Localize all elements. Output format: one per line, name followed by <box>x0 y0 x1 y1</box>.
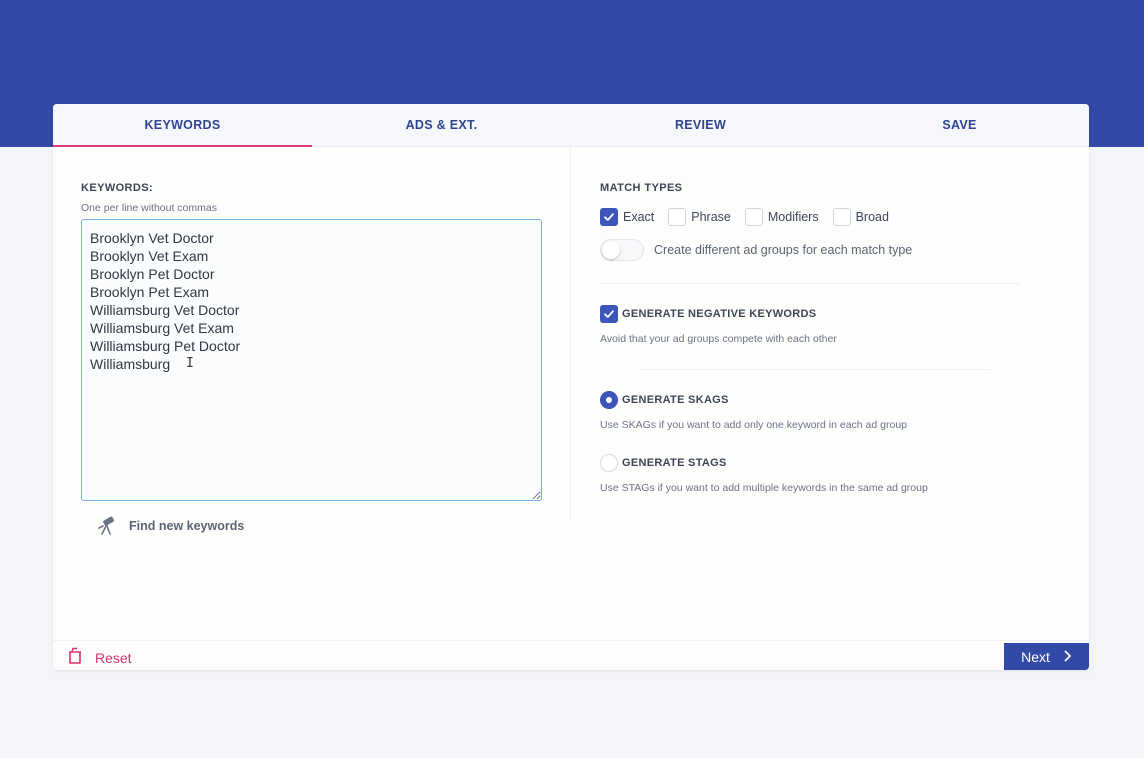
chevron-right-icon <box>1064 649 1072 665</box>
find-new-keywords-link[interactable]: Find new keywords <box>97 516 244 536</box>
label-phrase: Phrase <box>691 210 731 224</box>
ad-groups-toggle-row: Create different ad groups for each matc… <box>600 239 912 261</box>
options-panel: MATCH TYPES Exact Phrase Modifiers Broad… <box>600 148 1080 520</box>
wizard-footer: Reset Next <box>53 640 1089 670</box>
match-types-row: Exact Phrase Modifiers Broad <box>600 208 903 226</box>
trash-icon <box>67 647 83 668</box>
stags-desc: Use STAGs if you want to add multiple ke… <box>600 482 928 494</box>
match-types-title: MATCH TYPES <box>600 182 683 194</box>
check-icon <box>604 310 614 318</box>
ad-groups-toggle-label: Create different ad groups for each matc… <box>654 243 913 257</box>
negative-keywords-desc: Avoid that your ad groups compete with e… <box>600 333 837 345</box>
tab-review[interactable]: REVIEW <box>571 104 830 146</box>
keywords-title: KEYWORDS: <box>81 182 154 194</box>
skags-row: GENERATE SKAGS <box>600 391 729 409</box>
toggle-knob <box>602 241 620 259</box>
keywords-subtitle: One per line without commas <box>81 202 217 214</box>
skags-label: GENERATE SKAGS <box>622 394 729 406</box>
ad-groups-toggle[interactable] <box>600 239 644 261</box>
keywords-textarea[interactable] <box>81 219 542 501</box>
check-icon <box>604 213 614 221</box>
checkbox-exact[interactable] <box>600 208 618 226</box>
checkbox-phrase[interactable] <box>668 208 687 226</box>
checkbox-broad[interactable] <box>832 208 851 226</box>
find-new-keywords-label: Find new keywords <box>129 519 245 533</box>
checkbox-negative-keywords[interactable] <box>600 305 618 323</box>
tab-save[interactable]: SAVE <box>830 104 1089 146</box>
label-broad: Broad <box>855 210 889 224</box>
stags-label: GENERATE STAGS <box>622 457 727 469</box>
checkbox-modifiers[interactable] <box>744 208 763 226</box>
tab-ads-ext[interactable]: ADS & EXT. <box>312 104 571 146</box>
skags-desc: Use SKAGs if you want to add only one ke… <box>600 419 908 431</box>
label-exact: Exact <box>623 210 655 224</box>
reset-label: Reset <box>95 649 132 666</box>
reset-button[interactable]: Reset <box>67 647 132 668</box>
next-label: Next <box>1021 649 1050 665</box>
text-cursor-icon: I <box>186 356 194 371</box>
wizard-tabs: KEYWORDS ADS & EXT. REVIEW SAVE <box>53 104 1089 147</box>
label-modifiers: Modifiers <box>767 210 819 224</box>
wizard-card: KEYWORDS ADS & EXT. REVIEW SAVE KEYWORDS… <box>53 104 1089 670</box>
divider <box>600 283 1020 284</box>
negative-keywords-row: GENERATE NEGATIVE KEYWORDS <box>600 305 816 323</box>
divider <box>640 369 990 370</box>
telescope-icon <box>97 516 117 536</box>
negative-keywords-label: GENERATE NEGATIVE KEYWORDS <box>622 308 817 320</box>
stags-row: GENERATE STAGS <box>600 454 727 472</box>
radio-stags[interactable] <box>600 454 618 472</box>
radio-skags[interactable] <box>600 391 618 409</box>
tab-keywords[interactable]: KEYWORDS <box>53 104 312 147</box>
next-button[interactable]: Next <box>1004 643 1089 670</box>
